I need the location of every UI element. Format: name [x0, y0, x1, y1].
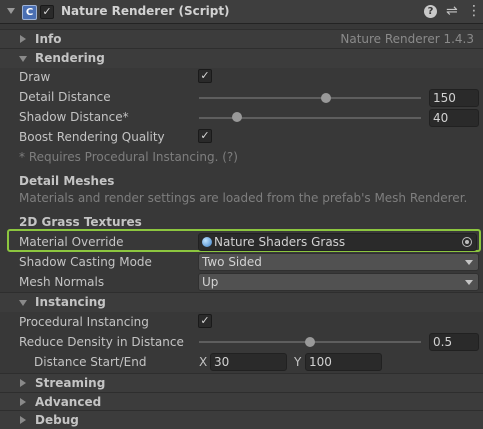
- object-picker-icon[interactable]: [462, 237, 472, 247]
- grass-textures-title: 2D Grass Textures: [19, 215, 142, 229]
- detail-distance-slider-track[interactable]: [199, 97, 421, 99]
- foldout-streaming[interactable]: Streaming: [0, 373, 483, 393]
- foldout-debug-label: Debug: [35, 413, 79, 427]
- foldout-advanced[interactable]: Advanced: [0, 392, 483, 412]
- component-foldout-icon[interactable]: [7, 8, 15, 14]
- foldout-debug[interactable]: Debug: [0, 410, 483, 429]
- chevron-right-icon: [20, 398, 26, 406]
- reduce-density-field[interactable]: 0.5: [429, 333, 479, 351]
- shadow-casting-label: Shadow Casting Mode: [19, 255, 152, 269]
- y-label[interactable]: Y: [294, 355, 301, 369]
- detail-meshes-title: Detail Meshes: [19, 174, 115, 188]
- material-override-value: Nature Shaders Grass: [214, 235, 346, 249]
- detail-meshes-description: Materials and render settings are loaded…: [19, 191, 468, 205]
- procedural-instancing-checkbox[interactable]: ✓: [198, 314, 212, 328]
- foldout-info-label: Info: [35, 32, 62, 46]
- distance-end-field[interactable]: 100: [305, 353, 382, 371]
- shadow-distance-slider-thumb[interactable]: [231, 112, 242, 122]
- chevron-right-icon: [20, 379, 26, 387]
- foldout-rendering-label: Rendering: [35, 51, 105, 65]
- x-label[interactable]: X: [199, 355, 207, 369]
- boost-quality-label: Boost Rendering Quality: [19, 130, 165, 144]
- procedural-note[interactable]: * Requires Procedural Instancing. (?): [19, 150, 238, 164]
- reduce-density-label: Reduce Density in Distance: [19, 335, 184, 349]
- preset-icon[interactable]: ⇌: [446, 3, 458, 19]
- detail-distance-label: Detail Distance: [19, 90, 111, 104]
- foldout-instancing-label: Instancing: [35, 295, 106, 309]
- foldout-advanced-label: Advanced: [35, 395, 102, 409]
- procedural-instancing-label: Procedural Instancing: [19, 315, 149, 329]
- component-enabled-checkbox[interactable]: ✓: [40, 5, 54, 19]
- detail-distance-field[interactable]: 150: [429, 89, 479, 107]
- foldout-info[interactable]: Info Nature Renderer 1.4.3: [0, 29, 483, 49]
- distance-start-end-label: Distance Start/End: [34, 355, 147, 369]
- mesh-normals-label: Mesh Normals: [19, 275, 105, 289]
- component-title: Nature Renderer (Script): [61, 4, 230, 18]
- material-override-label: Material Override: [19, 235, 124, 249]
- mesh-normals-dropdown[interactable]: Up: [198, 273, 479, 291]
- shadow-distance-field[interactable]: 40: [429, 109, 479, 127]
- chevron-down-icon: [19, 300, 27, 306]
- chevron-right-icon: [20, 416, 26, 424]
- reduce-density-slider-thumb[interactable]: [305, 337, 315, 347]
- shadow-distance-label: Shadow Distance*: [19, 110, 129, 124]
- foldout-streaming-label: Streaming: [35, 376, 106, 390]
- dropdown-arrow-icon: [465, 280, 473, 285]
- material-override-field[interactable]: Nature Shaders Grass: [198, 233, 477, 251]
- distance-start-field[interactable]: 30: [210, 353, 287, 371]
- boost-quality-checkbox[interactable]: ✓: [198, 129, 212, 143]
- component-header: C ✓ Nature Renderer (Script) ? ⇌ ⋮: [0, 0, 483, 24]
- help-icon[interactable]: ?: [424, 5, 437, 18]
- shadow-casting-dropdown[interactable]: Two Sided: [198, 253, 479, 271]
- shadow-casting-value: Two Sided: [202, 255, 262, 269]
- mesh-normals-value: Up: [202, 275, 219, 289]
- version-label: Nature Renderer 1.4.3: [340, 32, 474, 46]
- script-icon: C: [22, 5, 37, 20]
- foldout-rendering[interactable]: Rendering: [0, 48, 483, 68]
- material-sphere-icon: [202, 237, 212, 247]
- chevron-down-icon: [19, 56, 27, 62]
- draw-label: Draw: [19, 70, 51, 84]
- dropdown-arrow-icon: [465, 260, 473, 265]
- foldout-instancing[interactable]: Instancing: [0, 292, 483, 312]
- draw-checkbox[interactable]: ✓: [198, 69, 212, 83]
- detail-distance-slider-thumb[interactable]: [320, 93, 331, 103]
- chevron-right-icon: [20, 35, 26, 43]
- context-menu-icon[interactable]: ⋮: [467, 3, 481, 19]
